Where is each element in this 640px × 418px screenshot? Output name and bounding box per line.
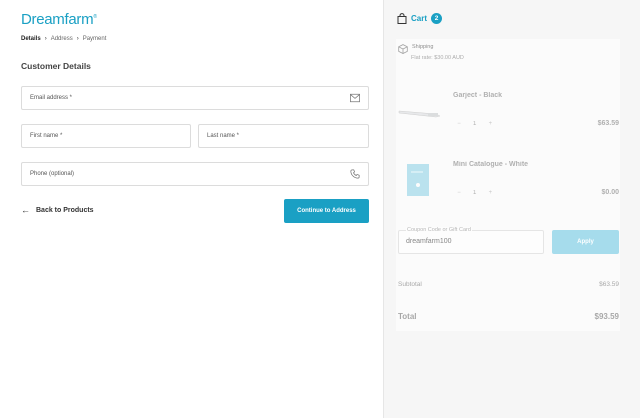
coupon-value: dreamfarm100 [406, 238, 452, 245]
total-row: Total $93.59 [398, 312, 619, 321]
cart-item-price: $0.00 [601, 189, 619, 196]
minus-icon[interactable]: − [453, 121, 465, 127]
product-image-catalogue [406, 163, 430, 197]
shipping-info: Shipping Flat rate: $30.00 AUD [398, 44, 464, 61]
quantity-stepper[interactable]: − 1 + [453, 117, 496, 131]
total-value: $93.59 [594, 312, 619, 321]
dreamfarm-logo[interactable]: Dreamfarm® [21, 11, 97, 28]
shipping-title: Shipping [412, 44, 434, 50]
shipping-rate: Flat rate: $30.00 AUD [411, 55, 464, 61]
cart-item-name: Garject - Black [453, 92, 503, 99]
chevron-right-icon: › [76, 36, 79, 42]
package-icon [398, 44, 408, 54]
first-name-field[interactable]: First name * [21, 124, 191, 148]
minus-icon[interactable]: − [453, 190, 465, 196]
subtotal-row: Subtotal $63.59 [398, 281, 619, 288]
breadcrumb: Details › Address › Payment [21, 36, 106, 42]
shopping-bag-icon [397, 13, 407, 24]
back-to-products-label: Back to Products [36, 207, 94, 214]
cart-label: Cart [411, 14, 428, 23]
quantity-stepper[interactable]: − 1 + [453, 186, 496, 200]
cart-header[interactable]: Cart 2 [397, 13, 443, 24]
continue-to-address-button[interactable]: Continue to Address [284, 199, 369, 223]
email-field[interactable]: Email address * [21, 86, 369, 110]
phone-icon [350, 169, 360, 179]
subtotal-label: Subtotal [398, 281, 422, 288]
email-field-label: Email address * [30, 95, 73, 101]
last-name-field[interactable]: Last name * [198, 124, 369, 148]
phone-field-label: Phone (optional) [30, 171, 75, 177]
plus-icon[interactable]: + [484, 190, 496, 196]
subtotal-value: $63.59 [599, 281, 619, 288]
coupon-input[interactable]: Coupon Code or Gift Card dreamfarm100 [398, 227, 544, 254]
back-to-products-link[interactable]: ← Back to Products [21, 206, 94, 215]
checkout-form-pane: Dreamfarm® Details › Address › Payment C… [0, 0, 383, 418]
coupon-placeholder: Coupon Code or Gift Card [406, 227, 472, 233]
breadcrumb-address[interactable]: Address [51, 36, 73, 42]
envelope-icon [350, 93, 360, 103]
first-name-field-label: First name * [30, 133, 63, 139]
chevron-right-icon: › [44, 36, 47, 42]
product-image-garject [398, 104, 442, 120]
total-label: Total [398, 312, 417, 321]
arrow-left-icon: ← [21, 205, 30, 215]
apply-coupon-button[interactable]: Apply [552, 230, 619, 254]
section-title: Customer Details [21, 61, 91, 71]
phone-field[interactable]: Phone (optional) [21, 162, 369, 186]
breadcrumb-payment[interactable]: Payment [83, 36, 107, 42]
cart-item-name: Mini Catalogue - White [453, 161, 529, 168]
plus-icon[interactable]: + [484, 121, 496, 127]
quantity-value: 1 [473, 121, 477, 127]
quantity-value: 1 [473, 190, 477, 196]
cart-item-price: $63.59 [597, 120, 619, 127]
last-name-field-label: Last name * [207, 133, 240, 139]
cart-count-badge: 2 [431, 13, 443, 24]
breadcrumb-details: Details [21, 36, 41, 42]
